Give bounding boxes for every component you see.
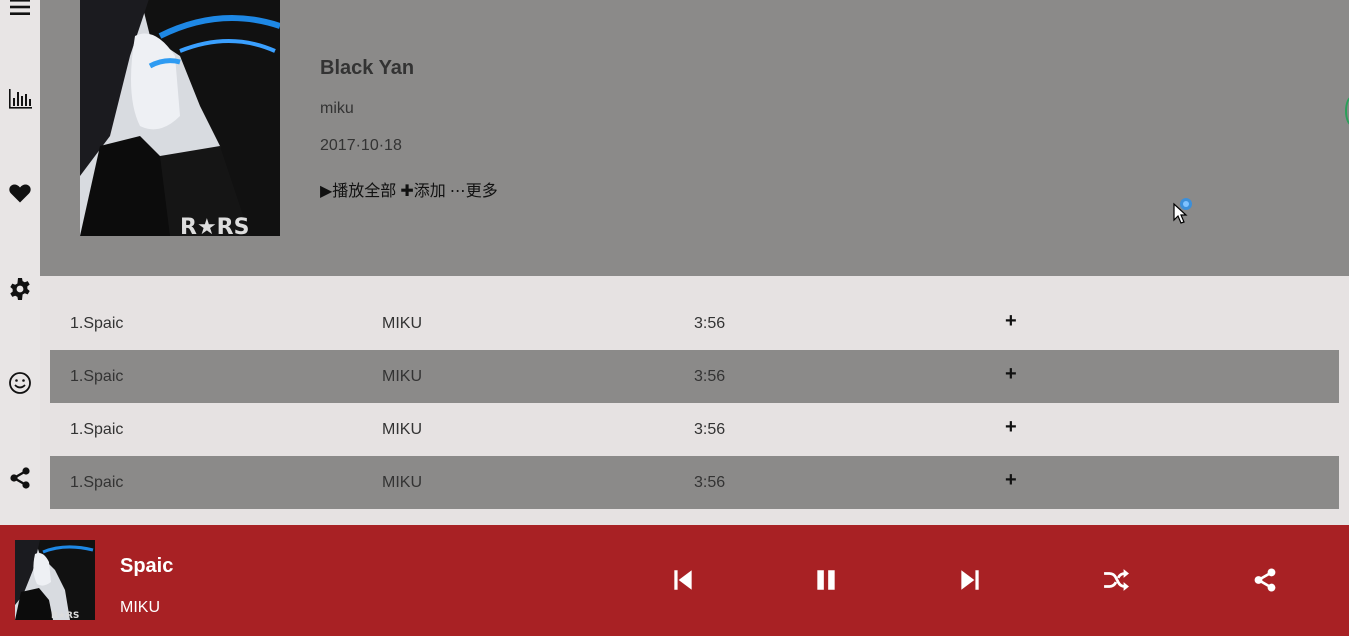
now-playing-cover[interactable]: R★RS [15, 540, 95, 620]
add-track-button[interactable]: + [1005, 469, 1017, 492]
track-name: 1.Spaic [70, 421, 124, 438]
mouse-cursor-icon [1172, 196, 1196, 224]
track-row[interactable]: 1.Spaic MIKU 3:56 + [50, 297, 1339, 350]
heart-icon[interactable] [7, 180, 33, 206]
album-date: 2017·10·18 [320, 137, 402, 154]
add-track-button[interactable]: + [1005, 363, 1017, 386]
now-playing-title: Spaic [120, 555, 174, 577]
track-row[interactable]: 1.Spaic MIKU 3:56 + [50, 350, 1339, 403]
track-row[interactable]: 1.Spaic MIKU 3:56 + [50, 456, 1339, 509]
svg-text:R★RS: R★RS [51, 611, 79, 620]
add-track-button[interactable]: + [1005, 310, 1017, 333]
track-artist: MIKU [382, 421, 422, 438]
share-icon[interactable] [7, 465, 33, 491]
sidebar [0, 0, 40, 525]
smile-icon[interactable] [7, 370, 33, 396]
track-name: 1.Spaic [70, 315, 124, 332]
gear-icon[interactable] [7, 276, 33, 302]
track-duration: 3:56 [694, 368, 726, 385]
track-duration: 3:56 [694, 474, 726, 491]
svg-text:R★RS: R★RS [180, 215, 249, 236]
menu-icon[interactable] [7, 0, 33, 20]
track-artist: MIKU [382, 474, 422, 491]
share-icon[interactable] [1251, 566, 1279, 594]
track-artist: MIKU [382, 315, 422, 332]
play-all-button[interactable]: ▶播放全部 [320, 177, 396, 201]
next-icon[interactable] [956, 566, 984, 594]
chart-icon[interactable] [7, 85, 33, 111]
album-cover: R★RS [80, 0, 280, 236]
track-list: 1.Spaic MIKU 3:56 + 1.Spaic MIKU 3:56 + … [50, 297, 1339, 509]
album-artist[interactable]: miku [320, 100, 354, 118]
now-playing-artist: MIKU [120, 599, 160, 616]
track-duration: 3:56 [694, 421, 726, 438]
album-actions: ▶播放全部 ✚添加 ⋯更多 [320, 177, 498, 201]
track-artist: MIKU [382, 368, 422, 385]
track-name: 1.Spaic [70, 368, 124, 385]
track-duration: 3:56 [694, 315, 726, 332]
add-button[interactable]: ✚添加 [400, 177, 445, 201]
pause-icon[interactable] [812, 566, 840, 594]
previous-icon[interactable] [669, 566, 697, 594]
player-bar: R★RS Spaic MIKU [0, 525, 1349, 636]
add-track-button[interactable]: + [1005, 416, 1017, 439]
album-header: R★RS Black Yan miku 2017·10·18 ▶播放全部 ✚添加… [40, 0, 1352, 276]
more-button[interactable]: ⋯更多 [450, 177, 498, 201]
shuffle-icon[interactable] [1102, 566, 1130, 594]
album-title: Black Yan [320, 57, 415, 79]
track-name: 1.Spaic [70, 474, 124, 491]
track-row[interactable]: 1.Spaic MIKU 3:56 + [50, 403, 1339, 456]
